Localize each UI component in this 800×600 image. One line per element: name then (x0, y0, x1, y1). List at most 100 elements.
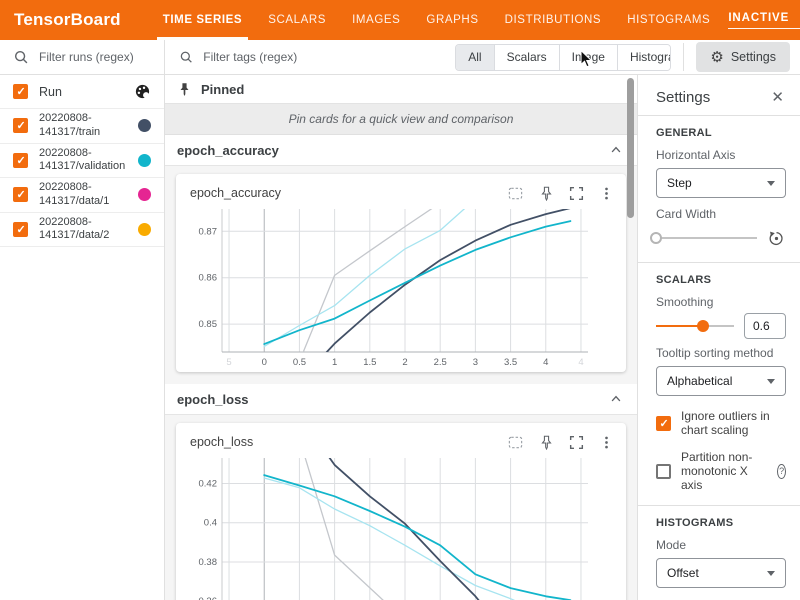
more-options-icon[interactable] (599, 186, 614, 201)
partition-x-row[interactable]: Partition non-monotonic X axis ? (656, 450, 786, 492)
filter-runs-row (0, 40, 164, 75)
histogram-mode-value: Offset (667, 566, 699, 580)
chip-image[interactable]: Image (560, 45, 618, 70)
pin-card-icon[interactable] (539, 435, 554, 450)
svg-text:2.5: 2.5 (434, 357, 447, 368)
run-label: 20220808-141317/train (39, 112, 127, 140)
palette-icon[interactable] (134, 83, 151, 100)
smoothing-value-input[interactable] (744, 313, 786, 339)
run-checkbox[interactable] (13, 153, 28, 168)
histogram-mode-select[interactable]: Offset (656, 558, 786, 588)
run-checkbox[interactable] (13, 187, 28, 202)
section-header-epoch-loss[interactable]: epoch_loss (165, 384, 637, 415)
run-color-dot (138, 223, 151, 236)
run-list-item[interactable]: 20220808-141317/validation (0, 144, 164, 179)
chevron-down-icon (767, 181, 775, 186)
slider-thumb[interactable] (650, 232, 662, 244)
section-title: epoch_accuracy (177, 143, 279, 158)
close-icon[interactable]: ✕ (771, 88, 784, 106)
run-checkbox[interactable] (13, 222, 28, 237)
tab-time-series[interactable]: TIME SERIES (155, 0, 250, 40)
epoch-loss-chart[interactable]: 0.420.40.380.36 (178, 455, 594, 600)
tooltip-sort-value: Alphabetical (667, 374, 732, 388)
toolbar-divider (683, 43, 684, 71)
run-checkbox[interactable] (13, 118, 28, 133)
ignore-outliers-checkbox[interactable] (656, 416, 671, 431)
scalars-heading: SCALARS (656, 274, 786, 286)
tab-scalars[interactable]: SCALARS (260, 0, 334, 40)
fullscreen-icon[interactable] (569, 186, 584, 201)
main-toolbar: All Scalars Image Histogram ⚙ Settings (165, 40, 800, 75)
general-heading: GENERAL (656, 127, 786, 139)
svg-text:4: 4 (578, 357, 583, 368)
more-options-icon[interactable] (599, 435, 614, 450)
tag-filter-chip-group: All Scalars Image Histogram (455, 44, 671, 71)
horizontal-axis-label: Horizontal Axis (656, 148, 786, 162)
svg-text:3.5: 3.5 (504, 357, 517, 368)
app-logo: TensorBoard (14, 10, 121, 30)
horizontal-axis-select[interactable]: Step (656, 168, 786, 198)
chip-scalars[interactable]: Scalars (495, 45, 560, 70)
run-status-select[interactable]: INACTIVE (728, 12, 800, 29)
tab-histograms[interactable]: HISTOGRAMS (619, 0, 718, 40)
filter-runs-input[interactable] (37, 49, 158, 65)
partition-x-label: Partition non-monotonic X axis (681, 450, 765, 492)
tooltip-sort-label: Tooltip sorting method (656, 346, 786, 360)
collapse-chevron-icon[interactable] (609, 143, 623, 157)
tab-graphs[interactable]: GRAPHS (418, 0, 486, 40)
smoothing-slider[interactable] (656, 319, 734, 333)
pin-hint-banner: Pin cards for a quick view and compariso… (165, 104, 637, 135)
fit-to-domain-icon[interactable] (507, 185, 524, 202)
epoch-accuracy-chart[interactable]: 500.511.522.533.5440.850.860.87 (178, 206, 594, 372)
ignore-outliers-row[interactable]: Ignore outliers in chart scaling (656, 409, 786, 437)
run-list-item[interactable]: 20220808-141317/train (0, 109, 164, 144)
chip-all[interactable]: All (456, 45, 494, 70)
pinned-title: Pinned (201, 82, 244, 97)
slider-thumb[interactable] (697, 320, 709, 332)
tooltip-sort-select[interactable]: Alphabetical (656, 366, 786, 396)
cards-scroll-area: Pinned Pin cards for a quick view and co… (165, 75, 637, 600)
settings-panel-title: Settings (656, 89, 710, 106)
reset-card-width-icon[interactable] (767, 229, 786, 248)
search-icon (13, 49, 29, 65)
fullscreen-icon[interactable] (569, 435, 584, 450)
pin-card-icon[interactable] (539, 186, 554, 201)
tab-images[interactable]: IMAGES (344, 0, 408, 40)
svg-text:3: 3 (473, 357, 478, 368)
main-scrollbar-thumb[interactable] (627, 78, 634, 218)
fit-to-domain-icon[interactable] (507, 434, 524, 451)
run-column-label: Run (39, 85, 123, 99)
tab-distributions[interactable]: DISTRIBUTIONS (497, 0, 610, 40)
settings-button[interactable]: ⚙ Settings (696, 42, 790, 72)
section-header-epoch-accuracy[interactable]: epoch_accuracy (165, 135, 637, 166)
run-list-item[interactable]: 20220808-141317/data/2 (0, 213, 164, 248)
svg-text:2: 2 (402, 357, 407, 368)
help-icon[interactable]: ? (777, 464, 786, 479)
svg-text:0.5: 0.5 (293, 357, 306, 368)
smoothing-label: Smoothing (656, 295, 786, 309)
chevron-down-icon (767, 379, 775, 384)
chip-histogram[interactable]: Histogram (618, 45, 672, 70)
settings-section-histograms: HISTOGRAMS Mode Offset (638, 506, 800, 600)
runs-sidebar: Run 20220808-141317/train 20220808-14131… (0, 40, 165, 600)
chevron-down-icon (767, 571, 775, 576)
nav-tabs: TIME SERIES SCALARS IMAGES GRAPHS DISTRI… (155, 0, 729, 40)
pinned-section-header: Pinned (165, 75, 637, 104)
histograms-heading: HISTOGRAMS (656, 517, 786, 529)
collapse-chevron-icon[interactable] (609, 392, 623, 406)
partition-x-checkbox[interactable] (656, 464, 671, 479)
section-title: epoch_loss (177, 392, 249, 407)
settings-panel: Settings ✕ GENERAL Horizontal Axis Step … (637, 75, 800, 600)
select-all-runs-checkbox[interactable] (13, 84, 28, 99)
filter-tags-input[interactable] (201, 49, 455, 65)
card-area: epoch_accuracy 500.511.522.533.5440.850.… (165, 166, 637, 384)
run-color-dot (138, 188, 151, 201)
scalar-card-epoch-loss: epoch_loss 0.420.40.380.36 (176, 423, 626, 600)
run-label: 20220808-141317/validation (39, 147, 127, 175)
card-width-label: Card Width (656, 207, 786, 221)
run-list-item[interactable]: 20220808-141317/data/1 (0, 178, 164, 213)
svg-text:4: 4 (543, 357, 548, 368)
svg-text:5: 5 (226, 357, 231, 368)
settings-section-general: GENERAL Horizontal Axis Step Card Width (638, 116, 800, 263)
card-width-slider[interactable] (656, 231, 757, 245)
